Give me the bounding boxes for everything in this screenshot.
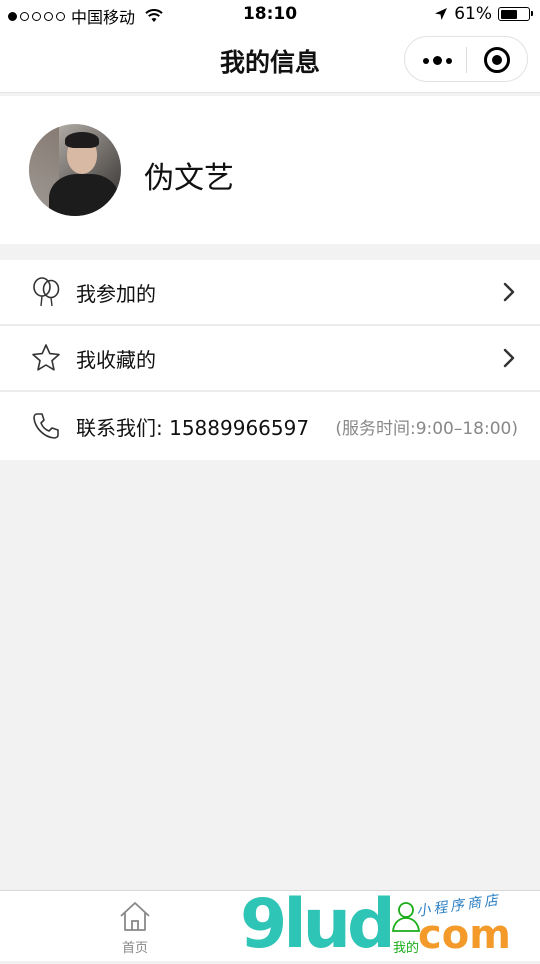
tab-bar: 首页 我的 — [0, 890, 540, 961]
star-icon — [32, 344, 60, 371]
menu-item-favorites[interactable]: 我收藏的 — [0, 326, 540, 392]
contact-phone-label: 联系我们: 15889966597 — [76, 415, 310, 440]
balloons-icon — [33, 277, 60, 307]
username: 伪文艺 — [144, 161, 234, 196]
tab-label: 我的 — [392, 941, 419, 956]
menu-item-label: 我参加的 — [76, 281, 156, 306]
home-icon — [120, 902, 150, 931]
avatar[interactable] — [29, 124, 121, 216]
more-dots-icon[interactable] — [423, 56, 452, 65]
mini-program-capsule — [404, 36, 528, 82]
profile-card: 伪文艺 — [0, 96, 540, 244]
menu-item-label: 我收藏的 — [76, 347, 156, 372]
status-bar: 中国移动 18:10 61% — [0, 0, 540, 30]
status-right: 61% — [434, 4, 533, 24]
service-hours: (服务时间:9:00–18:00) — [335, 418, 518, 439]
chevron-right-icon — [503, 348, 515, 368]
menu-item-joined[interactable]: 我参加的 — [0, 260, 540, 326]
battery-level — [500, 9, 517, 19]
tab-home[interactable]: 首页 — [105, 899, 165, 956]
battery-percent: 61% — [454, 4, 492, 24]
phone-icon — [33, 413, 59, 439]
menu-item-contact[interactable]: 联系我们: 15889966597 (服务时间:9:00–18:00) — [0, 392, 540, 460]
location-arrow-icon — [435, 8, 448, 20]
person-icon — [391, 902, 421, 932]
target-close-icon[interactable] — [484, 47, 510, 73]
tab-label: 首页 — [121, 941, 148, 956]
menu-list: 我参加的 我收藏的 联系我们: 15889966597 (服务时间:9:00–1… — [0, 260, 540, 460]
navigation-bar: 我的信息 — [0, 30, 540, 93]
chevron-right-icon — [503, 282, 515, 302]
capsule-divider — [466, 47, 467, 73]
tab-mine[interactable]: 我的 — [376, 899, 436, 956]
battery-icon — [498, 7, 533, 21]
